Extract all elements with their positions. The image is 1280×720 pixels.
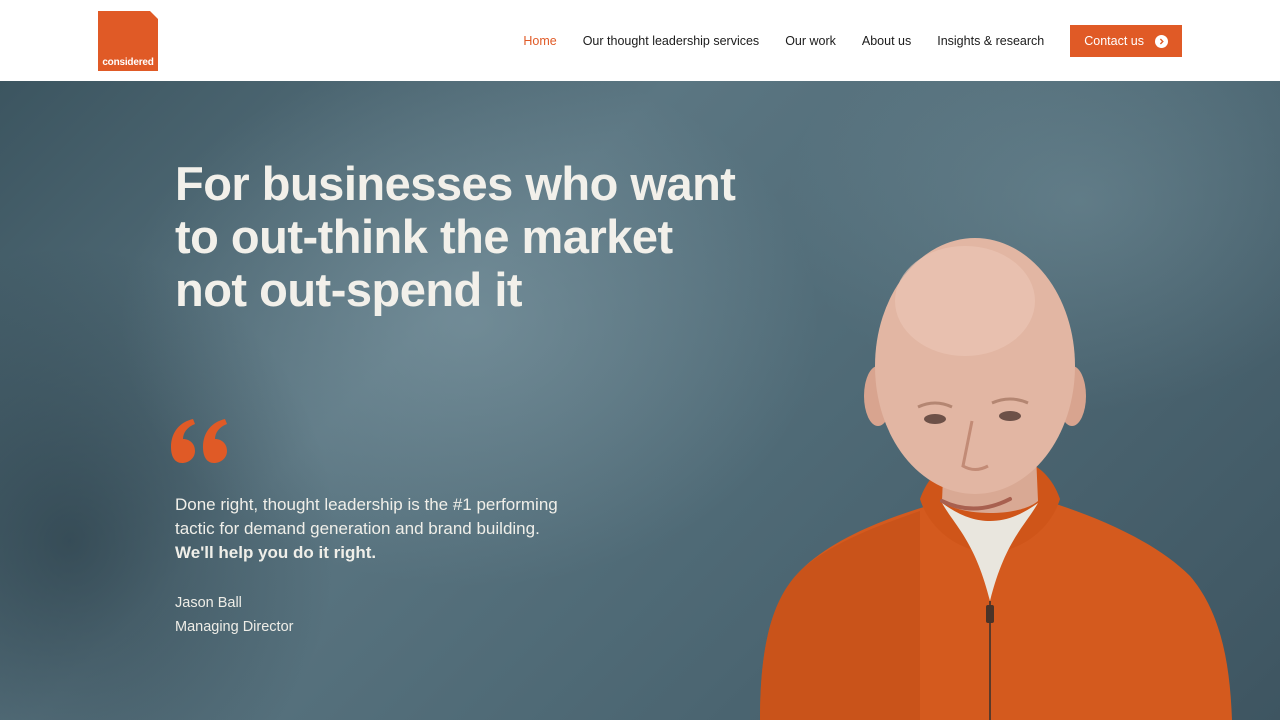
main-nav: Home Our thought leadership services Our…	[523, 25, 1182, 57]
nav-link-home[interactable]: Home	[523, 34, 556, 48]
hero-section: For businesses who want to out-think the…	[0, 81, 1280, 720]
headline-line: For businesses who want	[175, 157, 736, 210]
hero-headline: For businesses who want to out-think the…	[175, 157, 815, 316]
logo-fold	[150, 11, 158, 19]
hero-quote: Done right, thought leadership is the #1…	[175, 493, 615, 565]
quote-line: tactic for demand generation and brand b…	[175, 519, 540, 538]
contact-button[interactable]: Contact us	[1070, 25, 1182, 57]
quote-attribution: Jason Ball Managing Director	[175, 591, 293, 639]
person-title: Managing Director	[175, 619, 294, 635]
quote-line: Done right, thought leadership is the #1…	[175, 495, 558, 514]
site-header: considered Home Our thought leadership s…	[0, 0, 1280, 81]
nav-link-about[interactable]: About us	[862, 34, 911, 48]
quote-mark-icon	[171, 419, 227, 463]
contact-button-label: Contact us	[1084, 34, 1144, 48]
person-name: Jason Ball	[175, 595, 242, 611]
nav-link-our-work[interactable]: Our work	[785, 34, 836, 48]
logo-text: considered	[102, 57, 154, 68]
portrait-image	[760, 238, 1232, 720]
nav-link-insights[interactable]: Insights & research	[937, 34, 1044, 48]
headline-line: to out-think the market	[175, 210, 673, 263]
quote-emphasis: We'll help you do it right.	[175, 543, 377, 562]
headline-line: not out-spend it	[175, 263, 523, 316]
arrow-circle-right-icon	[1155, 34, 1168, 48]
logo[interactable]: considered	[98, 11, 158, 71]
nav-link-services[interactable]: Our thought leadership services	[583, 34, 759, 48]
